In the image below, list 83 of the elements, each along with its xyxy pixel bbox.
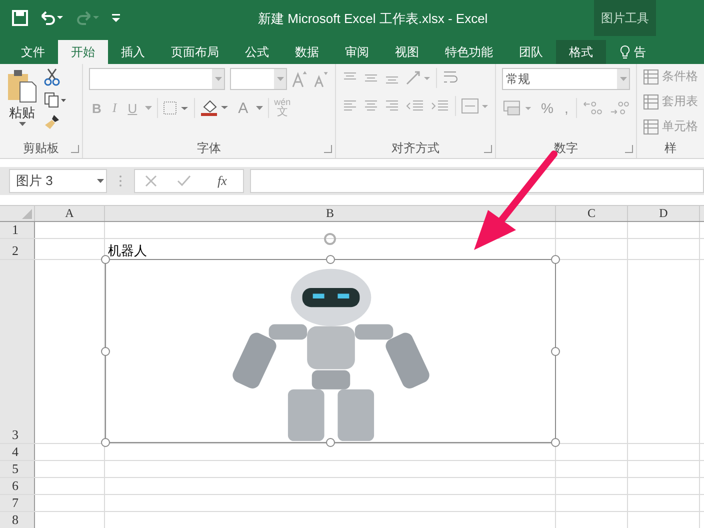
save-icon[interactable] (12, 10, 28, 26)
name-box[interactable]: 图片 3 (9, 169, 107, 193)
ribbon-tab[interactable]: 插入 (108, 40, 158, 64)
row-header[interactable]: 5 (0, 461, 35, 477)
row-header[interactable]: 6 (0, 478, 35, 494)
window-title: 新建 Microsoft Excel 工作表.xlsx - Excel (258, 10, 488, 28)
table-style-icon (643, 94, 659, 110)
clipboard-icon (6, 68, 38, 104)
ribbon-tab[interactable]: 视图 (382, 40, 432, 64)
caret-icon[interactable] (18, 122, 26, 126)
copy-icon[interactable] (44, 92, 66, 108)
customize-icon[interactable] (112, 13, 120, 23)
row-header[interactable]: 4 (0, 444, 35, 460)
orientation-icon[interactable] (405, 70, 431, 86)
group-label: 样 (664, 140, 676, 156)
resize-handle[interactable] (101, 347, 110, 356)
border-icon[interactable] (163, 101, 190, 115)
grip-icon (119, 175, 122, 187)
context-tab-group: 图片工具 (594, 0, 656, 36)
ribbon-tab[interactable]: 开始 (58, 40, 108, 64)
resize-handle[interactable] (551, 255, 560, 264)
rotate-handle[interactable] (324, 233, 336, 245)
align-left-icon[interactable] (342, 99, 358, 113)
row-header[interactable]: 8 (0, 512, 35, 528)
scissors-icon[interactable] (44, 68, 60, 86)
table-style-icon (643, 118, 659, 134)
decrease-decimal-icon[interactable] (608, 99, 630, 117)
fill-color-icon[interactable] (200, 99, 230, 117)
resize-handle[interactable] (326, 438, 335, 447)
enter-icon[interactable] (177, 175, 192, 187)
number-format-field[interactable]: 常规 (502, 68, 630, 90)
ribbon-tab[interactable]: 审阅 (332, 40, 382, 64)
ribbon-tab[interactable]: 团队 (506, 40, 556, 64)
resize-handle[interactable] (101, 255, 110, 264)
resize-handle[interactable] (551, 347, 560, 356)
font-name-field[interactable] (89, 68, 226, 90)
caret-icon[interactable] (96, 179, 104, 183)
column-header[interactable]: A (35, 206, 105, 221)
increase-decimal-icon[interactable] (582, 99, 604, 117)
group-label: 对齐方式 (392, 140, 440, 156)
caret-icon[interactable] (256, 106, 264, 110)
shrink-font-icon[interactable] (313, 70, 329, 88)
dialog-launcher-icon[interactable] (71, 145, 79, 153)
cell-text: 机器人 (107, 243, 147, 259)
group-label: 字体 (197, 140, 221, 156)
paste-button[interactable]: 粘贴 (6, 68, 38, 138)
group-label: 剪贴板 (23, 140, 59, 156)
ribbon-tab[interactable]: 格式 (556, 40, 606, 64)
formula-field[interactable] (250, 169, 704, 193)
ribbon-tab[interactable]: 数据 (282, 40, 332, 64)
ribbon-tab[interactable]: 页面布局 (158, 40, 232, 64)
format-painter-icon[interactable] (44, 114, 60, 130)
merge-cells-icon[interactable] (461, 98, 489, 114)
ribbon-tab[interactable]: 文件 (8, 40, 58, 64)
row-header[interactable]: 3 (0, 260, 35, 443)
ribbon-tab[interactable]: 公式 (232, 40, 282, 64)
column-header[interactable]: D (628, 206, 700, 221)
group-label: 数字 (554, 140, 578, 156)
increase-indent-icon[interactable] (430, 99, 450, 113)
ribbon-tab[interactable]: 特色功能 (432, 40, 506, 64)
undo-icon[interactable] (40, 11, 64, 25)
table-style-icon (643, 68, 659, 84)
resize-handle[interactable] (326, 255, 335, 264)
row-header[interactable]: 2 (0, 239, 35, 259)
font-size-field[interactable] (230, 68, 288, 90)
lightbulb-icon[interactable] (620, 45, 630, 59)
row-header[interactable]: 1 (0, 222, 35, 238)
corner-triangle-icon (22, 209, 32, 219)
row-header[interactable]: 7 (0, 495, 35, 511)
currency-icon[interactable] (502, 99, 534, 117)
grow-font-icon[interactable] (292, 70, 308, 88)
tell-me-field[interactable]: 告 (634, 44, 646, 60)
decrease-indent-icon[interactable] (405, 99, 425, 113)
align-right-icon[interactable] (384, 99, 400, 113)
align-center-icon[interactable] (363, 99, 379, 113)
dialog-launcher-icon[interactable] (484, 145, 492, 153)
dialog-launcher-icon[interactable] (324, 145, 332, 153)
insert-function-button[interactable]: fx (212, 172, 233, 190)
resize-handle[interactable] (551, 438, 560, 447)
cancel-icon[interactable] (145, 175, 158, 187)
column-header[interactable]: C (556, 206, 628, 221)
resize-handle[interactable] (101, 438, 110, 447)
dialog-launcher-icon[interactable] (625, 145, 633, 153)
